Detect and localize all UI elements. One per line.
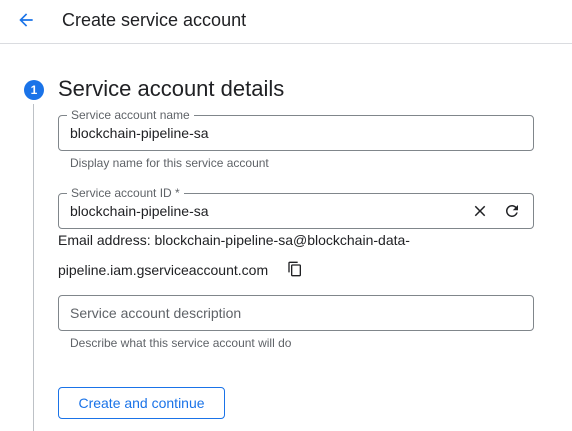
refresh-icon <box>505 204 518 217</box>
section-title: Service account details <box>58 76 285 101</box>
service-account-id-value: blockchain-pipeline-sa <box>70 203 209 219</box>
service-account-id-field[interactable]: Service account ID * blockchain-pipeline… <box>58 186 534 229</box>
create-and-continue-button[interactable]: Create and continue <box>58 387 225 419</box>
service-account-id-label: Service account ID * <box>67 186 184 200</box>
clear-id-button[interactable] <box>469 200 491 222</box>
copy-icon <box>288 261 301 277</box>
email-address-line2: pipeline.iam.gserviceaccount.com <box>58 262 269 278</box>
copy-email-button[interactable] <box>285 259 305 279</box>
service-account-name-hint: Display name for this service account <box>70 156 269 170</box>
service-account-description-field[interactable]: Service account description <box>58 295 534 331</box>
service-account-name-label: Service account name <box>67 108 194 122</box>
service-account-description-hint: Describe what this service account will … <box>70 336 292 350</box>
service-account-name-value: blockchain-pipeline-sa <box>70 125 209 141</box>
regenerate-id-button[interactable] <box>501 200 523 222</box>
arrow-back-icon <box>19 13 33 27</box>
service-account-name-field[interactable]: Service account name blockchain-pipeline… <box>58 108 534 151</box>
service-account-description-placeholder: Service account description <box>70 305 242 321</box>
close-icon <box>474 205 486 217</box>
step-connector-line <box>33 104 34 431</box>
page-title: Create service account <box>62 10 247 30</box>
email-address-line1: Email address: blockchain-pipeline-sa@bl… <box>58 232 410 248</box>
top-bar: Create service account <box>0 0 572 44</box>
back-button[interactable] <box>12 6 40 34</box>
step-number-badge: 1 <box>24 80 44 100</box>
